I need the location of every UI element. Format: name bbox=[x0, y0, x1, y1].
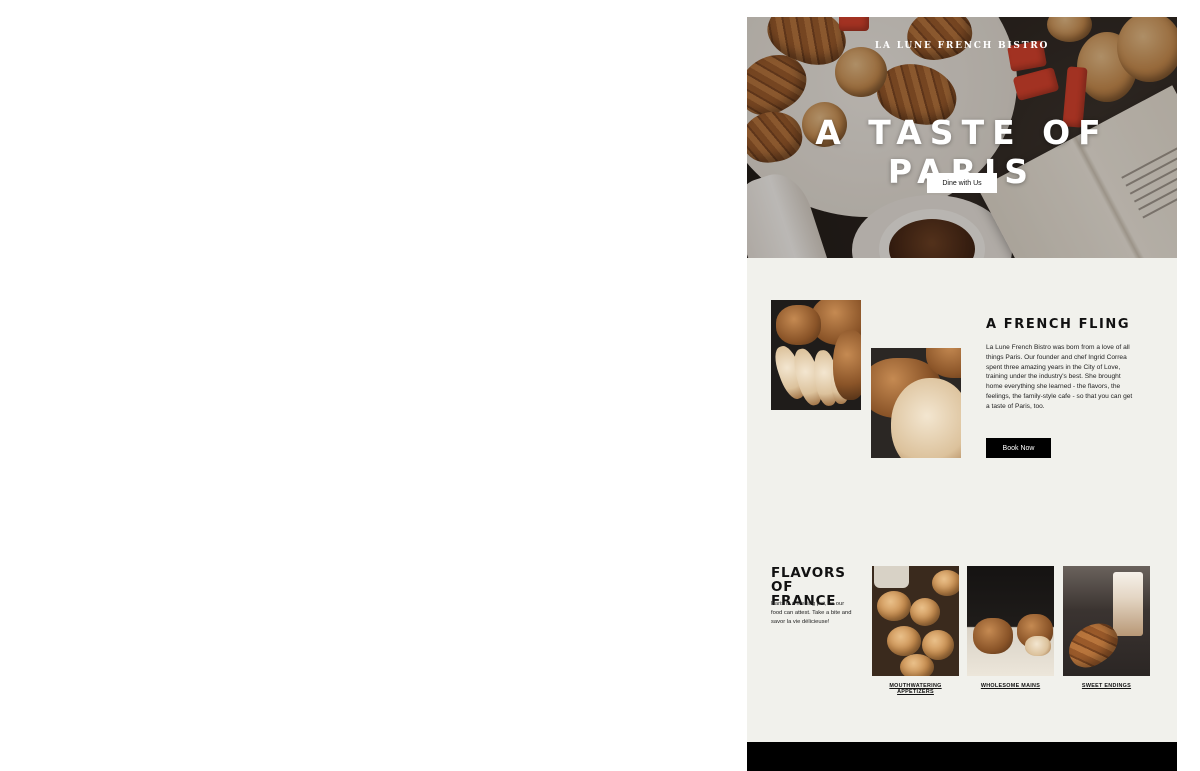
footer-bar bbox=[747, 742, 1177, 771]
appetizers-link[interactable]: MOUTHWATERING APPETIZERS bbox=[872, 683, 959, 695]
flavors-description: Paris is a melting pot, as our food can … bbox=[771, 601, 852, 625]
desserts-link[interactable]: SWEET ENDINGS bbox=[1063, 683, 1150, 689]
about-title: A FRENCH FLING bbox=[986, 317, 1131, 332]
appetizers-image[interactable] bbox=[872, 566, 959, 676]
brand-name: LA LUNE FRENCH BISTRO bbox=[874, 41, 1050, 51]
menu-card-desserts: SWEET ENDINGS bbox=[1063, 566, 1150, 689]
mains-image[interactable] bbox=[967, 566, 1054, 676]
hero-section: LA LUNE FRENCH BISTRO A TASTE OF PARIS D… bbox=[747, 17, 1177, 258]
mains-link[interactable]: WHOLESOME MAINS bbox=[967, 683, 1054, 689]
menu-card-mains: WHOLESOME MAINS bbox=[967, 566, 1054, 689]
about-description: La Lune French Bistro was born from a lo… bbox=[986, 344, 1133, 410]
book-now-button[interactable]: Book Now bbox=[986, 438, 1051, 458]
dine-with-us-button[interactable]: Dine with Us bbox=[927, 173, 997, 193]
desserts-image[interactable] bbox=[1063, 566, 1150, 676]
sliced-bread-image bbox=[771, 300, 861, 410]
website-page: LA LUNE FRENCH BISTRO A TASTE OF PARIS D… bbox=[747, 17, 1177, 771]
sourdough-loaf-image bbox=[871, 348, 961, 458]
menu-card-appetizers: MOUTHWATERING APPETIZERS bbox=[872, 566, 959, 695]
